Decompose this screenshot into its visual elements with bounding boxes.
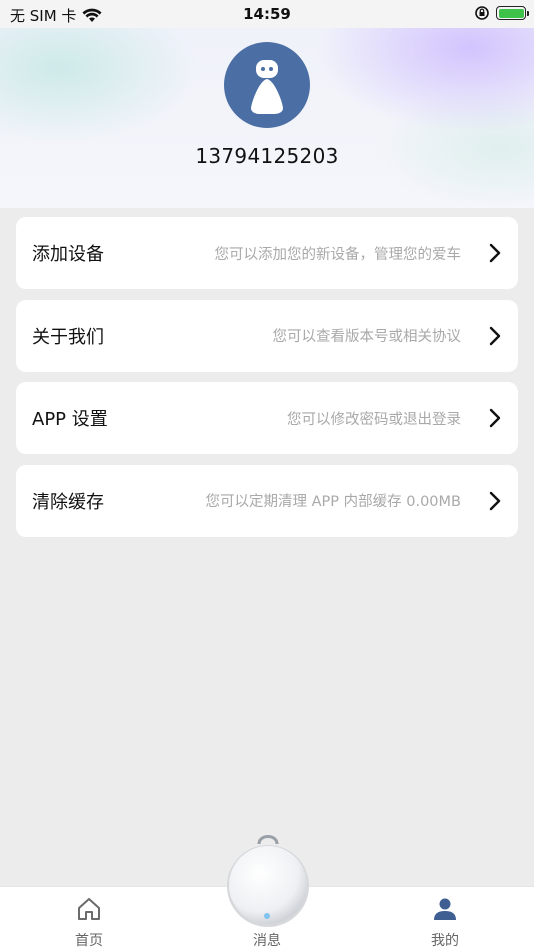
robot-avatar-icon (251, 60, 283, 114)
device-icon[interactable] (225, 830, 311, 930)
profile-header: 13794125203 (0, 28, 534, 208)
avatar[interactable] (224, 42, 310, 128)
menu-item-description: 您可以定期清理 APP 内部缓存 0.00MB (205, 494, 461, 510)
tab-label: 消息 (253, 933, 281, 949)
home-icon (78, 898, 100, 920)
status-time: 14:59 (243, 5, 291, 23)
menu-item-description: 您可以修改密码或退出登录 (287, 411, 461, 428)
menu-item-app-settings[interactable]: APP 设置 您可以修改密码或退出登录 (16, 382, 518, 454)
tab-mine[interactable]: 我的 (395, 887, 495, 950)
chevron-right-icon (489, 408, 501, 428)
menu-item-title: 添加设备 (32, 244, 104, 265)
menu-item-clear-cache[interactable]: 清除缓存 您可以定期清理 APP 内部缓存 0.00MB (16, 464, 518, 537)
status-bar: 无 SIM 卡 14:59 (0, 0, 534, 28)
menu-list: 添加设备 您可以添加您的新设备，管理您的爱车 关于我们 您可以查看版本号或相关协… (16, 217, 518, 547)
menu-item-title: APP 设置 (32, 409, 108, 430)
tab-home[interactable]: 首页 (39, 887, 139, 950)
chevron-right-icon (489, 491, 501, 510)
status-right (474, 5, 529, 21)
person-icon (434, 898, 456, 920)
menu-item-description: 您可以添加您的新设备，管理您的爱车 (214, 246, 462, 263)
phone-number: 13794125203 (195, 144, 339, 168)
tab-label: 首页 (75, 933, 103, 949)
orientation-lock-icon (475, 6, 489, 20)
menu-item-title: 关于我们 (32, 326, 104, 348)
menu-item-add-device[interactable]: 添加设备 您可以添加您的新设备，管理您的爱车 (16, 217, 518, 289)
battery-level (498, 8, 524, 18)
tab-label: 我的 (431, 933, 459, 949)
battery-icon (496, 6, 529, 20)
chevron-right-icon (489, 243, 501, 263)
menu-item-description: 您可以查看版本号或相关协议 (272, 329, 462, 345)
chevron-right-icon (489, 326, 501, 345)
menu-item-about-us[interactable]: 关于我们 您可以查看版本号或相关协议 (16, 299, 518, 372)
menu-item-title: 清除缓存 (32, 491, 104, 513)
